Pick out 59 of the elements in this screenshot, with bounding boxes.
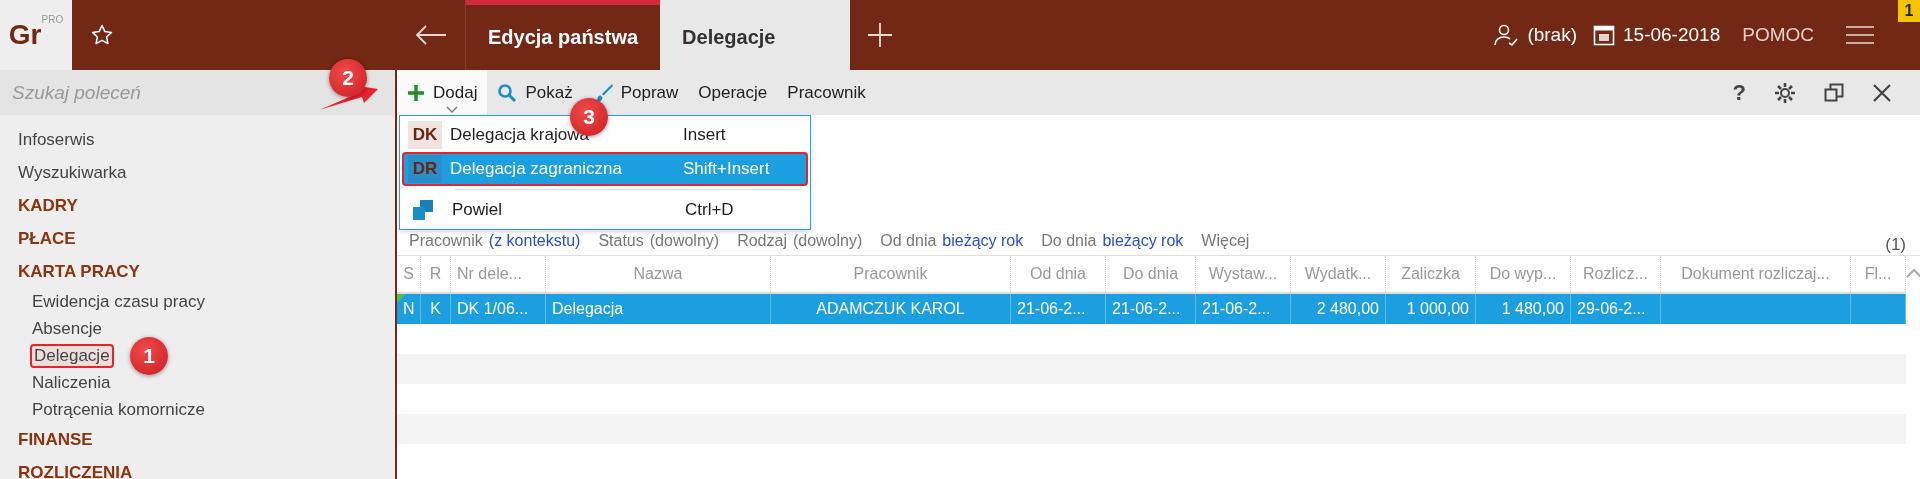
- filter-value[interactable]: (dowolny): [792, 232, 863, 250]
- sidebar-item[interactable]: Potrącenia komornicze: [30, 398, 207, 421]
- date-label[interactable]: 15-06-2018: [1623, 24, 1721, 46]
- restore-window-icon[interactable]: [1824, 82, 1844, 103]
- toolbar-button[interactable]: Dodaj: [397, 70, 488, 115]
- sidebar-item[interactable]: Ewidencja czasu pracy: [30, 290, 207, 313]
- type-code: DK: [408, 121, 442, 149]
- plus-icon: [407, 83, 425, 102]
- duplicate-icon: [413, 200, 433, 220]
- sidebar-item[interactable]: FINANSE: [16, 428, 95, 451]
- table-cell: Delegacja: [552, 300, 624, 317]
- settings-icon[interactable]: [1774, 81, 1796, 104]
- help-button[interactable]: ?: [1732, 79, 1746, 106]
- filter-value[interactable]: bieżący rok: [1102, 232, 1184, 250]
- table-cell: 1 000,00: [1406, 300, 1469, 317]
- table-cell: DK 1/06...: [457, 300, 529, 317]
- table-cell: 29-06-2...: [1577, 300, 1646, 317]
- notification-badge: 1: [1898, 0, 1920, 22]
- toolbar-button[interactable]: Operacje: [688, 70, 778, 115]
- tab[interactable]: Delegacje: [660, 0, 851, 70]
- filter-label[interactable]: Więcej: [1201, 232, 1250, 250]
- caret-icon: [446, 106, 459, 113]
- close-icon[interactable]: [1872, 82, 1892, 103]
- step-badge: 1: [130, 337, 168, 375]
- calendar-icon: [1593, 24, 1615, 46]
- filter-value[interactable]: (dowolny): [649, 232, 720, 250]
- filter-value[interactable]: bieżący rok: [942, 232, 1024, 250]
- user-label[interactable]: (brak): [1527, 24, 1577, 46]
- filter-label[interactable]: Status: [598, 232, 644, 250]
- search-icon: [497, 82, 518, 103]
- sidebar-item[interactable]: Infoserwis: [16, 128, 97, 151]
- sidebar-item[interactable]: KADRY: [16, 194, 80, 217]
- toolbar-button[interactable]: Pracownik: [777, 70, 876, 115]
- filter-value[interactable]: (z kontekstu): [488, 232, 581, 250]
- table-cell: K: [430, 300, 441, 317]
- table-cell: ADAMCZUK KAROL: [816, 300, 965, 317]
- sidebar-item[interactable]: PŁACE: [16, 227, 78, 250]
- record-count: (1): [1885, 235, 1906, 255]
- sidebar-item[interactable]: ROZLICZENIA: [16, 461, 135, 479]
- user-icon: [1493, 23, 1520, 47]
- toolbar-button[interactable]: Pokaż: [487, 70, 583, 115]
- sidebar-item[interactable]: Delegacje: [30, 343, 114, 368]
- sidebar-item[interactable]: KARTA PRACY: [16, 260, 142, 283]
- table-cell: 1 480,00: [1501, 300, 1564, 317]
- filter-label[interactable]: Pracownik: [409, 232, 483, 250]
- sidebar-item[interactable]: Absencje: [30, 317, 104, 340]
- table-cell: N: [403, 300, 415, 317]
- sidebar-item[interactable]: Naliczenia: [30, 371, 113, 394]
- table-cell: 21-06-2...: [1202, 300, 1271, 317]
- filter-label[interactable]: Rodzaj: [737, 232, 787, 250]
- filter-label[interactable]: Do dnia: [1041, 232, 1097, 250]
- table-cell: 21-06-2...: [1112, 300, 1181, 317]
- filter-label[interactable]: Od dnia: [880, 232, 937, 250]
- sidebar-item[interactable]: Wyszukiwarka: [16, 161, 129, 184]
- type-code: DR: [408, 155, 442, 183]
- help-link[interactable]: POMOC: [1742, 24, 1814, 46]
- menu-item[interactable]: Powiel Ctrl+D: [402, 193, 808, 227]
- table-cell: 21-06-2...: [1017, 300, 1086, 317]
- table-cell: 2 480,00: [1316, 300, 1379, 317]
